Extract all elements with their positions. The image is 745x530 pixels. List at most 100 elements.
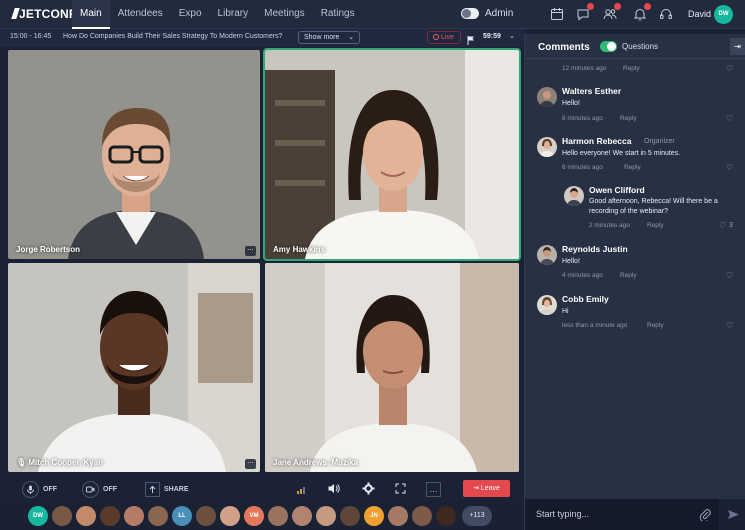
logo[interactable]: JETCONF — [11, 7, 76, 21]
tab-ratings[interactable]: Ratings — [313, 0, 363, 29]
comment-text: Hi — [562, 308, 569, 315]
reply-button[interactable]: Reply — [624, 164, 641, 171]
video-tile-jorge-robertson[interactable]: Jorge Robertson … — [8, 50, 260, 259]
comment-item: 12 minutes ago Reply ♡ — [525, 62, 745, 76]
heart-icon[interactable]: ♡ — [726, 271, 733, 280]
participant-avatar[interactable]: DW — [28, 506, 48, 526]
participant-avatar[interactable] — [340, 506, 360, 526]
session-title: How Do Companies Build Their Sales Strat… — [63, 33, 283, 40]
comment-text-line-2: recording of the webinar? — [589, 208, 668, 215]
exit-icon: ⇥ — [473, 485, 479, 492]
user-avatar[interactable]: DW — [714, 5, 733, 24]
comment-author[interactable]: Harmon Rebecca — [562, 136, 631, 146]
volume-icon[interactable] — [327, 482, 340, 495]
more-participants-button[interactable]: +113 — [462, 506, 492, 526]
chevron-down-icon[interactable]: ⌄ — [509, 32, 515, 40]
show-more-button[interactable]: Show more ⌄ — [298, 31, 360, 44]
participant-avatar[interactable] — [436, 506, 456, 526]
more-options-icon[interactable]: … — [245, 245, 256, 256]
comment-item: Reynolds Justin Hello! 4 minutes ago Rep… — [525, 242, 745, 284]
share-button[interactable]: SHARE — [145, 480, 189, 498]
participant-avatar[interactable] — [124, 506, 144, 526]
tab-main[interactable]: Main — [72, 0, 110, 29]
user-name[interactable]: David — [688, 9, 711, 19]
video-tile-mitch-cooper[interactable]: 🎙︎ Mitch Cooper, Kyan … — [8, 263, 260, 472]
heart-icon[interactable]: ♡ — [726, 64, 733, 73]
reply-button[interactable]: Reply — [620, 272, 637, 279]
tab-meetings[interactable]: Meetings — [256, 0, 313, 29]
avatar — [537, 295, 557, 315]
participant-video — [8, 50, 260, 259]
participant-video — [8, 263, 260, 472]
comment-author[interactable]: Cobb Emily — [562, 294, 609, 304]
send-icon[interactable] — [727, 508, 740, 521]
comment-text-line-1: Good afternoon, Rebecca! Will there be a — [589, 198, 718, 205]
heart-icon[interactable]: ♡ — [726, 114, 733, 123]
record-icon — [433, 34, 439, 40]
reply-button[interactable]: Reply — [620, 115, 637, 122]
headset-icon[interactable] — [659, 7, 673, 21]
paperclip-icon[interactable] — [699, 508, 712, 523]
comment-time: 4 minutes ago — [562, 272, 603, 279]
camera-toggle-button[interactable]: OFF — [82, 480, 117, 498]
participant-avatar[interactable]: VM — [244, 506, 264, 526]
reply-button[interactable]: Reply — [623, 65, 640, 72]
more-options-icon[interactable]: … — [245, 458, 256, 469]
video-tile-jane-andrews[interactable]: Jane Andrews, Muzika — [265, 263, 519, 472]
participant-avatar[interactable]: JN — [364, 506, 384, 526]
questions-toggle[interactable] — [600, 41, 617, 52]
gear-icon[interactable] — [362, 482, 375, 495]
participant-video — [265, 50, 519, 259]
participant-avatar[interactable]: LL — [172, 506, 192, 526]
more-options-icon[interactable]: … — [426, 482, 441, 497]
comment-author[interactable]: Reynolds Justin — [562, 244, 628, 254]
fullscreen-icon[interactable] — [394, 482, 407, 495]
avatar — [537, 87, 557, 107]
participant-avatar[interactable] — [220, 506, 240, 526]
calendar-icon[interactable] — [550, 7, 564, 21]
flag-icon[interactable] — [466, 32, 476, 45]
participant-video — [265, 263, 519, 472]
heart-icon[interactable]: ♡ — [726, 163, 733, 172]
heart-icon[interactable]: ♡ — [726, 321, 733, 330]
participant-name: Amy Hawkins — [273, 245, 326, 254]
tab-attendees[interactable]: Attendees — [110, 0, 171, 29]
participant-avatar[interactable] — [412, 506, 432, 526]
share-arrow-icon — [145, 481, 160, 497]
admin-toggle-group: Admin — [461, 8, 513, 19]
comment-author[interactable]: Walters Esther — [562, 86, 621, 96]
admin-toggle[interactable] — [461, 8, 479, 19]
comment-time: 8 minutes ago — [562, 115, 603, 122]
mic-state: OFF — [43, 485, 57, 493]
participant-avatar[interactable] — [316, 506, 336, 526]
mic-toggle-button[interactable]: OFF — [22, 480, 57, 498]
questions-label: Questions — [622, 42, 659, 51]
comment-input-placeholder: Start typing... — [536, 509, 590, 519]
participant-avatar[interactable] — [148, 506, 168, 526]
reply-button[interactable]: Reply — [647, 322, 664, 329]
participant-avatar[interactable] — [52, 506, 72, 526]
leave-button[interactable]: ⇥ Leave — [463, 480, 510, 497]
comment-author[interactable]: Owen Clifford — [589, 185, 645, 195]
heart-icon[interactable]: ♡ — [719, 221, 726, 230]
comment-time: less than a minute ago — [562, 322, 628, 329]
participant-avatar[interactable] — [388, 506, 408, 526]
participant-avatar[interactable] — [76, 506, 96, 526]
participant-avatar[interactable] — [196, 506, 216, 526]
tab-expo[interactable]: Expo — [171, 0, 210, 29]
participant-strip: DW LL VM JN +113 — [0, 502, 524, 530]
tab-library[interactable]: Library — [210, 0, 257, 29]
share-label: SHARE — [164, 485, 189, 493]
camera-state: OFF — [103, 485, 117, 493]
users-icon[interactable] — [603, 3, 621, 21]
reply-button[interactable]: Reply — [647, 222, 664, 229]
participant-avatar[interactable] — [268, 506, 288, 526]
comment-reply-item: Owen Clifford Good afternoon, Rebecca! W… — [525, 183, 745, 233]
collapse-panel-icon[interactable]: ⇥ — [730, 38, 745, 55]
comment-text: Hello! — [562, 258, 580, 265]
participant-avatar[interactable] — [100, 506, 120, 526]
video-tile-amy-hawkins[interactable]: Amy Hawkins — [263, 48, 521, 261]
chat-icon[interactable] — [576, 3, 594, 21]
bell-icon[interactable] — [633, 3, 651, 21]
participant-avatar[interactable] — [292, 506, 312, 526]
